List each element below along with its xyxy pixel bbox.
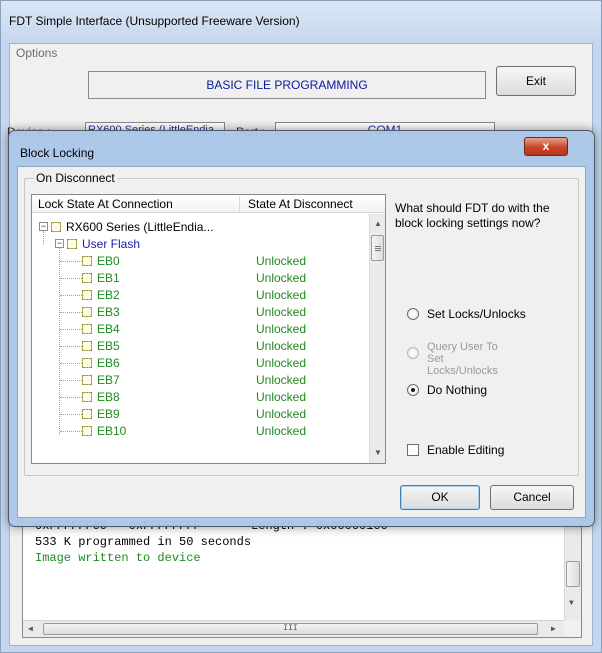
block-state: Unlocked — [256, 407, 307, 421]
block-row[interactable]: EB1 Unlocked — [32, 270, 369, 287]
block-row[interactable]: EB10 Unlocked — [32, 423, 369, 440]
block-state: Unlocked — [256, 356, 307, 370]
block-locking-dialog: Block Locking x On Disconnect Lock State… — [8, 130, 595, 527]
node-checkbox-icon[interactable] — [82, 426, 92, 436]
column-header-connection[interactable]: Lock State At Connection — [38, 197, 173, 211]
block-row[interactable]: EB7 Unlocked — [32, 372, 369, 389]
block-tree[interactable]: Lock State At Connection State At Discon… — [31, 194, 386, 464]
main-titlebar[interactable]: FDT Simple Interface (Unsupported Freewa… — [1, 1, 601, 41]
tree-vscroll-thumb[interactable] — [371, 235, 384, 261]
scroll-left-arrow-icon[interactable]: ◀ — [28, 624, 33, 634]
block-name: EB0 — [97, 254, 120, 268]
exit-button[interactable]: Exit — [496, 66, 576, 96]
node-checkbox-icon[interactable] — [82, 256, 92, 266]
node-checkbox-icon[interactable] — [51, 222, 61, 232]
block-row[interactable]: EB0 Unlocked — [32, 253, 369, 270]
tree-area-node[interactable]: − User Flash — [32, 236, 369, 253]
block-state: Unlocked — [256, 339, 307, 353]
log-horizontal-scrollbar[interactable]: ◀ III ▶ — [23, 620, 566, 637]
radio-button-icon — [407, 347, 419, 359]
radio-label: Do Nothing — [427, 383, 488, 397]
dialog-title: Block Locking — [20, 146, 95, 160]
radio-button-icon[interactable] — [407, 308, 419, 320]
block-row[interactable]: EB3 Unlocked — [32, 304, 369, 321]
scroll-down-arrow-icon[interactable]: ▼ — [374, 448, 382, 457]
block-name: EB9 — [97, 407, 120, 421]
menu-bar: Options — [10, 44, 592, 63]
scroll-corner — [564, 620, 581, 637]
block-row[interactable]: EB6 Unlocked — [32, 355, 369, 372]
radio-label: Query User To Set Locks/Unlocks — [427, 341, 498, 377]
tree-root-node[interactable]: − RX600 Series (LittleEndia... — [32, 219, 369, 236]
block-state: Unlocked — [256, 305, 307, 319]
block-name: EB8 — [97, 390, 120, 404]
tree-node-label: RX600 Series (LittleEndia... — [66, 220, 214, 234]
menu-options[interactable]: Options — [16, 46, 57, 60]
node-checkbox-icon[interactable] — [82, 375, 92, 385]
tree-header: Lock State At Connection State At Discon… — [32, 195, 385, 213]
scroll-up-arrow-icon[interactable]: ▲ — [374, 219, 382, 228]
block-row[interactable]: EB2 Unlocked — [32, 287, 369, 304]
checkbox-icon[interactable] — [407, 444, 419, 456]
collapse-icon[interactable]: − — [55, 239, 64, 248]
block-row[interactable]: EB4 Unlocked — [32, 321, 369, 338]
cancel-button[interactable]: Cancel — [490, 485, 574, 510]
log-line: Image written to device — [35, 551, 201, 565]
node-checkbox-icon[interactable] — [82, 273, 92, 283]
block-row[interactable]: EB9 Unlocked — [32, 406, 369, 423]
node-checkbox-icon[interactable] — [82, 341, 92, 351]
block-row[interactable]: EB8 Unlocked — [32, 389, 369, 406]
group-label: On Disconnect — [34, 171, 117, 185]
block-state: Unlocked — [256, 322, 307, 336]
block-name: EB4 — [97, 322, 120, 336]
on-disconnect-group: On Disconnect Lock State At Connection S… — [24, 171, 579, 476]
radio-label: Set Locks/Unlocks — [427, 307, 526, 321]
log-vertical-scrollbar[interactable]: ▼ — [564, 515, 581, 621]
block-state: Unlocked — [256, 254, 307, 268]
close-icon: x — [542, 139, 550, 153]
block-name: EB7 — [97, 373, 120, 387]
block-state: Unlocked — [256, 271, 307, 285]
log-hscroll-thumb[interactable]: III — [43, 623, 538, 635]
block-state: Unlocked — [256, 288, 307, 302]
node-checkbox-icon[interactable] — [82, 409, 92, 419]
column-header-disconnect[interactable]: State At Disconnect — [248, 197, 353, 211]
block-state: Unlocked — [256, 424, 307, 438]
block-name: EB10 — [97, 424, 127, 438]
block-state: Unlocked — [256, 373, 307, 387]
log-vscroll-thumb[interactable] — [566, 561, 580, 587]
node-checkbox-icon[interactable] — [82, 307, 92, 317]
log-line: 533 K programmed in 50 seconds — [35, 535, 252, 549]
scroll-down-arrow-icon[interactable]: ▼ — [569, 599, 574, 608]
node-checkbox-icon[interactable] — [82, 324, 92, 334]
question-text: What should FDT do with the block lockin… — [395, 201, 550, 230]
collapse-icon[interactable]: − — [39, 222, 48, 231]
log-output[interactable]: 0xFFFFFF00 - 0xFFFFFFFF Length : 0x00000… — [22, 514, 582, 638]
block-name: EB3 — [97, 305, 120, 319]
node-checkbox-icon[interactable] — [67, 239, 77, 249]
block-name: EB1 — [97, 271, 120, 285]
column-separator[interactable] — [239, 196, 240, 212]
tree-node-label: User Flash — [82, 237, 141, 251]
block-name: EB6 — [97, 356, 120, 370]
node-checkbox-icon[interactable] — [82, 290, 92, 300]
node-checkbox-icon[interactable] — [82, 358, 92, 368]
close-button[interactable]: x — [524, 137, 568, 156]
scroll-right-arrow-icon[interactable]: ▶ — [551, 624, 556, 634]
block-row[interactable]: EB5 Unlocked — [32, 338, 369, 355]
ok-button[interactable]: OK — [400, 485, 480, 510]
block-state: Unlocked — [256, 390, 307, 404]
dialog-client: On Disconnect Lock State At Connection S… — [17, 166, 586, 518]
window-title: FDT Simple Interface (Unsupported Freewa… — [9, 14, 300, 28]
radio-button-icon[interactable] — [407, 384, 419, 396]
mode-banner: BASIC FILE PROGRAMMING — [88, 71, 486, 99]
checkbox-label: Enable Editing — [427, 443, 505, 457]
block-name: EB5 — [97, 339, 120, 353]
block-name: EB2 — [97, 288, 120, 302]
tree-vertical-scrollbar[interactable]: ▲ ▼ — [369, 214, 385, 463]
node-checkbox-icon[interactable] — [82, 392, 92, 402]
